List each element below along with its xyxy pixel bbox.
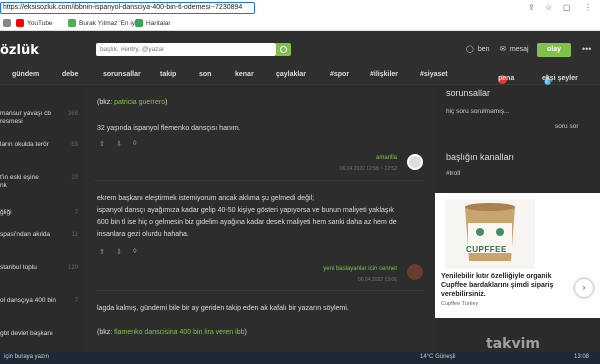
url-input[interactable]: https://eksisozluk.com/ibbnin-ispanyol-d… [0, 2, 255, 14]
nav-item[interactable]: takip [160, 71, 176, 78]
entry-author[interactable]: yeni baslayanlar icin cennet [275, 266, 397, 272]
ad-text: Yenilebilir kıtır özelliğiyle organik Cu… [441, 273, 554, 298]
bookmark-label: Burak Yılmaz 'En iyi... [79, 19, 142, 27]
bookmarks-bar: YouTube Burak Yılmaz 'En iyi... Haritala… [0, 17, 600, 31]
search-button[interactable] [276, 43, 291, 56]
apps-icon[interactable] [3, 19, 11, 27]
left-topic-list: mansur yavaşı cb resmesi 368 ların okuld… [0, 86, 85, 364]
nav-item[interactable]: sorunsallar [103, 71, 141, 78]
bookmark-label: YouTube [27, 19, 53, 27]
list-item[interactable]: ol dansçıya 400 bin 7 [0, 297, 80, 305]
soru-sor-link[interactable]: soru sor [555, 123, 578, 130]
drop-icon[interactable]: ◊ [133, 248, 140, 255]
entry-text-line: insanlara gezi olurdu hahaha. [97, 231, 189, 238]
list-item[interactable]: ların okulda terör 63 [0, 141, 80, 149]
pena-label: pena [498, 75, 515, 82]
list-item[interactable]: gbt devlet başkanı [0, 330, 80, 338]
youtube-icon [16, 19, 24, 27]
nav-item[interactable]: son [199, 71, 211, 78]
entry-bkz: (bkz: flamenko danscisina 400 bin lira v… [97, 329, 247, 336]
chevron-right-icon[interactable]: › [575, 279, 593, 297]
divider [95, 290, 425, 291]
sorunsallar-text: hiç soru sorulmamış... [446, 108, 510, 115]
olay-button[interactable]: olay [537, 43, 571, 57]
ad-brand: CUPFFEE [466, 245, 507, 254]
upvote-icon[interactable]: ⇧ [99, 248, 106, 256]
profile-label: ben [477, 45, 490, 53]
site-header: özlük başlık, #entry, @yazar ◯ ben ✉ mes… [0, 31, 600, 65]
nav-item[interactable]: gündem [12, 71, 39, 78]
entry-tools: ⇧ ⇩ ◊ [99, 140, 140, 148]
avatar[interactable] [407, 264, 423, 280]
ad-sponsor: Cupffee Turkey [441, 301, 479, 307]
entry-date[interactable]: 06.04.2022 13:06 [327, 277, 397, 283]
nav-item[interactable]: çaylaklar [276, 71, 306, 78]
maps-icon [135, 19, 143, 27]
entry-text-line: ekrem başkanı eleştirmek istemiyorum anc… [97, 195, 315, 202]
site-logo[interactable]: özlük [0, 43, 39, 58]
taskbar: için buraya yazın 14°C Güneşli 13:08 [0, 352, 600, 364]
mail-icon: ✉ [500, 46, 506, 53]
topic-nav: gündem debe sorunsallar takip son kenar … [0, 65, 600, 85]
nav-item[interactable]: #ilişkiler [370, 71, 398, 78]
nav-item[interactable]: #siyaset [420, 71, 448, 78]
profile-link[interactable]: ◯ ben [466, 45, 490, 54]
entry-date[interactable]: 06.04.2022 12:58 ~ 12:52 [307, 166, 397, 172]
bookmark-youtube[interactable]: YouTube [16, 19, 53, 27]
entry-text: 32 yaşında ispanyol flemenko dansçısı ha… [97, 125, 241, 132]
share-icon[interactable]: ⇪ [528, 3, 535, 13]
bkz-link[interactable]: flamenko danscisina 400 bin lira veren i… [114, 329, 244, 336]
bookmark-label: Haritalar [146, 19, 171, 27]
drop-icon[interactable]: ◊ [133, 140, 140, 147]
messages-label: mesaj [509, 45, 529, 53]
cup-image [445, 199, 535, 269]
entry-tools: ⇧ ⇩ ◊ [99, 248, 140, 256]
upvote-icon[interactable]: ⇧ [99, 140, 106, 148]
entry-text-line: 600 bin tl ise hiç o gelmesin biz gideli… [97, 219, 397, 226]
bookmark-burak[interactable]: Burak Yılmaz 'En iyi... [68, 19, 142, 27]
search-input[interactable]: başlık, #entry, @yazar [96, 43, 276, 56]
kanallar-title: başlığın kanalları [446, 152, 515, 162]
taskbar-weather[interactable]: 14°C Güneşli [420, 354, 455, 360]
watermark: takvim [486, 336, 540, 352]
taskbar-clock[interactable]: 13:08 [574, 354, 589, 360]
eksi-seyler-label: ekşi şeyler [542, 75, 578, 82]
list-item[interactable]: spasi'ndan akılda 11 [0, 231, 80, 239]
list-item[interactable]: ğliği 7 [0, 209, 80, 217]
downvote-icon[interactable]: ⇩ [116, 140, 123, 148]
nav-item[interactable]: debe [62, 71, 78, 78]
messages-link[interactable]: ✉ mesaj [500, 45, 529, 54]
entry-bkz: (bkz: patricia guerrero) [97, 99, 168, 106]
menu-icon[interactable]: ⋮ [584, 3, 592, 13]
channel-link[interactable]: #troll [446, 170, 460, 177]
entry-list: (bkz: patricia guerrero) 32 yaşında ispa… [85, 86, 435, 364]
more-menu[interactable]: ••• [582, 44, 591, 54]
bkz-link[interactable]: patricia guerrero [114, 99, 165, 106]
taskbar-search[interactable]: için buraya yazın [4, 354, 49, 360]
list-item[interactable]: mansur yavaşı cb resmesi 368 [0, 110, 80, 126]
entry-text: lagda kalmış, gündemi bile bir ay geride… [97, 305, 349, 312]
entry-author[interactable]: amarilla [325, 155, 397, 161]
nav-item[interactable]: #spor [330, 71, 349, 78]
sidebar-icon[interactable]: ▢ [563, 3, 571, 13]
list-item[interactable]: stanbul toplu 120 [0, 264, 80, 272]
address-bar-row: https://eksisozluk.com/ibbnin-ispanyol-d… [0, 0, 600, 17]
avatar[interactable] [407, 154, 423, 170]
downvote-icon[interactable]: ⇩ [116, 248, 123, 256]
divider [95, 180, 425, 181]
entry-text-line: ispanyol dansçı ayağımıza kadar gelip 40… [97, 207, 394, 214]
sorunsallar-title[interactable]: sorunsallar [446, 88, 490, 98]
star-icon[interactable]: ☆ [545, 3, 552, 13]
bookmark-maps[interactable]: Haritalar [135, 19, 171, 27]
site-icon [68, 19, 76, 27]
user-icon: ◯ [466, 46, 474, 53]
nav-item[interactable]: kenar [235, 71, 254, 78]
advertisement[interactable]: CUPFFEE Yenilebilir kıtır özelliğiyle or… [435, 193, 600, 318]
list-item[interactable]: t'in eski eşine nk 23 [0, 174, 80, 190]
